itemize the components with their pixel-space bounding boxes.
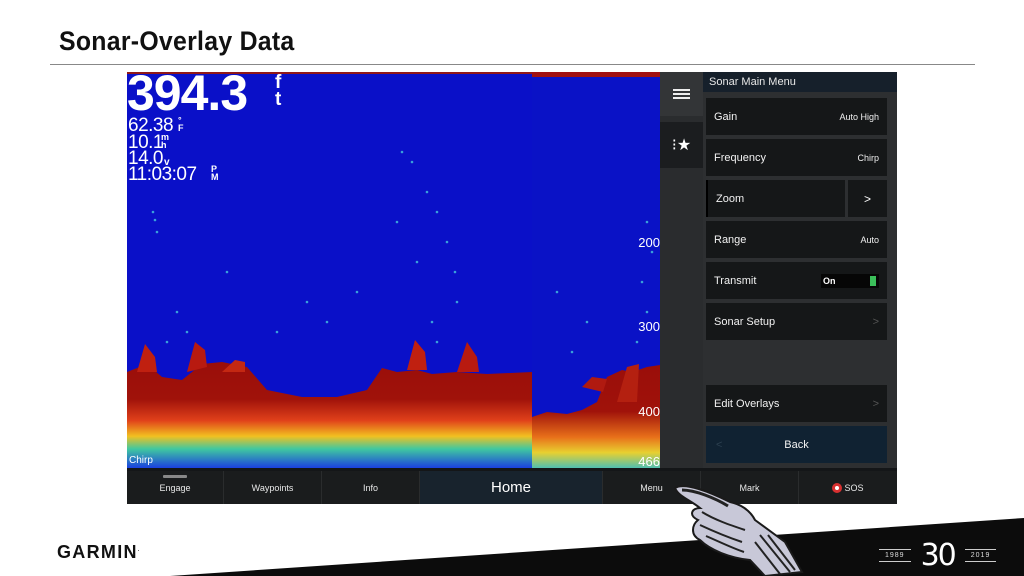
time-value: 11:03:07 (128, 164, 197, 185)
toggle-indicator (870, 275, 876, 286)
waypoints-button[interactable]: Waypoints (224, 471, 322, 504)
echo-mound (407, 340, 427, 370)
menu-title: Sonar Main Menu (703, 72, 897, 92)
anniversary-start-year: 1989 (879, 549, 911, 562)
depth-scale-label: 466 (638, 454, 660, 468)
hamburger-icon (673, 87, 690, 101)
pointing-hand-icon (673, 485, 804, 576)
menu-item-transmit[interactable]: Transmit On (706, 262, 887, 299)
time-unit: P M (211, 164, 219, 183)
zoom-expand-button[interactable]: > (848, 180, 887, 217)
frequency-label: Chirp (129, 455, 153, 466)
engage-indicator (163, 475, 187, 478)
speed-unit: m h (161, 132, 170, 151)
menu-item-sonar-setup[interactable]: Sonar Setup > (706, 303, 887, 340)
depth-readout: 394.3 (127, 72, 248, 121)
sonar-main-menu: Sonar Main Menu Gain Auto High Frequency… (703, 72, 897, 468)
seabed-left (127, 362, 532, 468)
menu-item-range[interactable]: Range Auto (706, 221, 887, 258)
echo-mound (137, 344, 157, 372)
anniversary-end-year: 2019 (964, 549, 997, 562)
surface-line (532, 72, 660, 77)
chevron-right-icon: > (863, 191, 871, 206)
time-readout: 11:03:07 (128, 165, 197, 184)
echo-mound (457, 342, 479, 372)
echo-mound (187, 342, 207, 372)
side-toolbar: ⁝★ (660, 72, 703, 468)
info-button[interactable]: Info (322, 471, 420, 504)
sonar-echogram (127, 150, 660, 468)
menu-item-gain[interactable]: Gain Auto High (706, 98, 887, 135)
menu-button[interactable] (660, 72, 703, 116)
lifebuoy-icon (832, 482, 843, 493)
garmin-logo: GARMIN. (57, 542, 141, 562)
depth-scale-label: 200 (638, 235, 660, 250)
menu-item-edit-overlays[interactable]: Edit Overlays > (706, 385, 887, 422)
back-button[interactable]: < Back (706, 426, 887, 463)
frequency-value: Chirp (857, 152, 879, 163)
chevron-left-icon: < (716, 438, 723, 451)
sonar-view[interactable]: 394.3 f t 62.38 ° F 10.1 m h 14.0 v 11:0… (127, 72, 660, 468)
anniversary-number: 30 (920, 538, 957, 573)
title-divider (50, 64, 975, 65)
range-value: Auto (860, 234, 879, 245)
gain-value: Auto High (839, 111, 879, 122)
slide-title: Sonar-Overlay Data (59, 26, 295, 56)
chartplotter-screen: 394.3 f t 62.38 ° F 10.1 m h 14.0 v 11:0… (127, 72, 897, 504)
chevron-right-icon: > (872, 397, 879, 410)
depth-scale-label: 400 (638, 404, 660, 419)
water-temp-unit: ° F (178, 115, 184, 134)
favorites-button[interactable]: ⁝★ (660, 122, 703, 168)
echo-mound (582, 377, 607, 392)
home-button[interactable]: Home (420, 471, 603, 504)
depth-unit: f t (275, 72, 282, 111)
chevron-right-icon: > (872, 315, 879, 328)
anniversary-badge: 1989 30 2019 (879, 538, 997, 573)
depth-scale-label: 300 (638, 319, 660, 334)
sos-button[interactable]: SOS (799, 471, 897, 504)
transmit-toggle[interactable]: On (821, 273, 879, 288)
menu-item-frequency[interactable]: Frequency Chirp (706, 139, 887, 176)
depth-value: 394.3 (127, 72, 248, 121)
engage-button[interactable]: Engage (127, 471, 224, 504)
menu-item-zoom[interactable]: Zoom (706, 180, 845, 217)
favorites-star-icon: ⁝★ (671, 137, 692, 154)
